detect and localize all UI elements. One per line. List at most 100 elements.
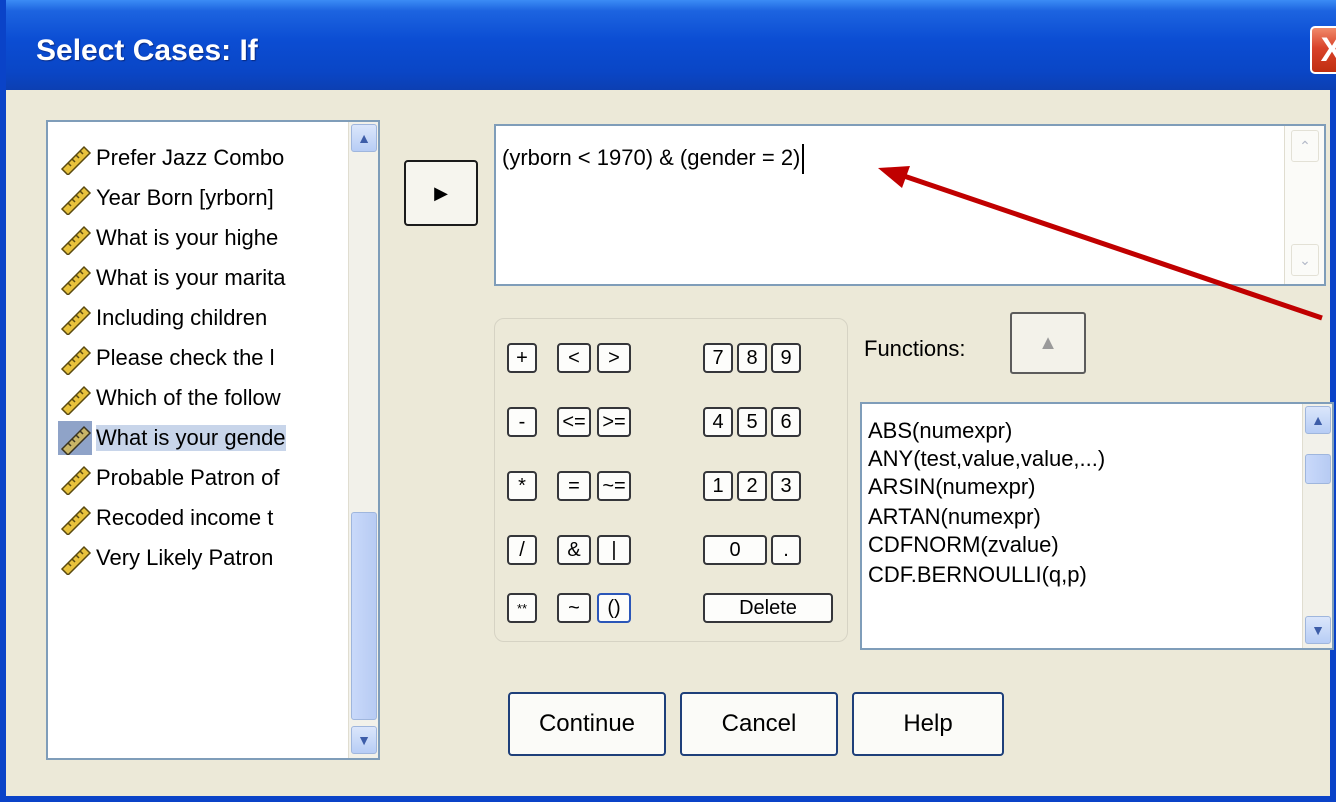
key-minus[interactable]: - [507, 407, 537, 437]
list-item[interactable]: Including children [58, 298, 358, 338]
function-item[interactable]: ARSIN(numexpr) [868, 474, 1035, 500]
key-less-equal[interactable]: <= [557, 407, 591, 437]
title-bar[interactable]: Select Cases: If X [6, 0, 1336, 90]
variable-list[interactable]: Prefer Jazz Combo Year Born [yrborn] Wha… [46, 120, 380, 760]
chevron-up-icon: ⌃ [1299, 137, 1311, 154]
insert-function-button[interactable]: ▲ [1010, 312, 1086, 374]
key-4[interactable]: 4 [703, 407, 733, 437]
scroll-up-button[interactable]: ⌃ [1291, 130, 1319, 162]
variable-label: What is your marita [96, 265, 286, 290]
key-0[interactable]: 0 [703, 535, 767, 565]
variable-label: Year Born [yrborn] [96, 185, 274, 210]
key-plus[interactable]: + [507, 343, 537, 373]
key-3[interactable]: 3 [771, 471, 801, 501]
function-item[interactable]: CDFNORM(zvalue) [868, 532, 1059, 558]
key-equals[interactable]: = [557, 471, 591, 501]
list-item[interactable]: Recoded income t [58, 498, 358, 538]
functions-scrollbar[interactable]: ▲ ▼ [1302, 404, 1332, 648]
ruler-icon [60, 345, 92, 375]
help-button[interactable]: Help [852, 692, 1004, 756]
function-item[interactable]: ABS(numexpr) [868, 418, 1012, 444]
calculator-keypad: + < > 7 8 9 - <= >= 4 5 6 * = ~= 1 2 3 /… [494, 318, 848, 642]
scroll-down-button[interactable]: ⌄ [1291, 244, 1319, 276]
expression-scrollbar[interactable]: ⌃ ⌄ [1284, 126, 1324, 284]
expression-input[interactable]: (yrborn < 1970) & (gender = 2) ⌃ ⌄ [494, 124, 1326, 286]
expression-text[interactable]: (yrborn < 1970) & (gender = 2) [502, 144, 805, 174]
ruler-icon [60, 465, 92, 495]
scroll-down-button[interactable]: ▼ [351, 726, 377, 754]
key-2[interactable]: 2 [737, 471, 767, 501]
variable-label: Prefer Jazz Combo [96, 145, 285, 170]
ruler-icon [60, 385, 92, 415]
function-item[interactable]: ARTAN(numexpr) [868, 504, 1041, 530]
key-not[interactable]: ~ [557, 593, 591, 623]
key-6[interactable]: 6 [771, 407, 801, 437]
move-variable-button[interactable]: ▶ [404, 160, 478, 226]
list-item[interactable]: Please check the l [58, 338, 358, 378]
list-item[interactable]: Year Born [yrborn] [58, 178, 358, 218]
chevron-down-icon: ▼ [357, 732, 371, 748]
list-item[interactable]: Probable Patron of [58, 458, 358, 498]
scroll-down-button[interactable]: ▼ [1305, 616, 1331, 644]
list-item[interactable]: Prefer Jazz Combo [58, 138, 358, 178]
list-item-selected[interactable]: What is your gende [58, 418, 358, 458]
scroll-up-button[interactable]: ▲ [351, 124, 377, 152]
variable-list-scrollbar[interactable]: ▲ ▼ [348, 122, 378, 758]
ruler-icon [58, 421, 92, 455]
ruler-icon [60, 145, 92, 175]
key-9[interactable]: 9 [771, 343, 801, 373]
key-power[interactable]: ** [507, 593, 537, 623]
ruler-icon [60, 305, 92, 335]
chevron-up-icon: ▲ [1311, 412, 1325, 428]
list-item[interactable]: Very Likely Patron [58, 538, 358, 578]
key-greater-than[interactable]: > [597, 343, 631, 373]
cancel-button[interactable]: Cancel [680, 692, 838, 756]
functions-label: Functions: [864, 336, 966, 361]
close-icon: X [1320, 30, 1336, 69]
variable-label: Probable Patron of [96, 465, 280, 490]
key-5[interactable]: 5 [737, 407, 767, 437]
key-decimal[interactable]: . [771, 535, 801, 565]
scroll-up-button[interactable]: ▲ [1305, 406, 1331, 434]
continue-button[interactable]: Continue [508, 692, 666, 756]
expression-value: (yrborn < 1970) & (gender = 2) [502, 144, 801, 170]
key-multiply[interactable]: * [507, 471, 537, 501]
key-or[interactable]: | [597, 535, 631, 565]
chevron-up-icon: ▲ [357, 130, 371, 146]
functions-list[interactable]: ABS(numexpr) ANY(test,value,value,...) A… [860, 402, 1334, 650]
key-parentheses[interactable]: () [597, 593, 631, 623]
scroll-thumb[interactable] [1305, 454, 1331, 484]
key-less-than[interactable]: < [557, 343, 591, 373]
ruler-icon [60, 185, 92, 215]
variable-label: What is your highe [96, 225, 279, 250]
chevron-down-icon: ▼ [1311, 622, 1325, 638]
scroll-thumb[interactable] [351, 512, 377, 720]
list-item[interactable]: What is your marita [58, 258, 358, 298]
ruler-icon [60, 265, 92, 295]
key-7[interactable]: 7 [703, 343, 733, 373]
key-not-equal[interactable]: ~= [597, 471, 631, 501]
variable-label: Including children [96, 305, 268, 330]
close-button[interactable]: X [1310, 26, 1336, 74]
chevron-down-icon: ⌄ [1299, 251, 1311, 268]
function-item[interactable]: CDF.BERNOULLI(q,p) [868, 562, 1087, 588]
text-caret [802, 144, 805, 174]
key-greater-equal[interactable]: >= [597, 407, 631, 437]
variable-label: Which of the follow [96, 385, 281, 410]
select-cases-if-dialog: Select Cases: If X Prefer Jazz Combo Yea… [0, 0, 1336, 802]
key-1[interactable]: 1 [703, 471, 733, 501]
list-item[interactable]: Which of the follow [58, 378, 358, 418]
list-item[interactable]: What is your highe [58, 218, 358, 258]
key-8[interactable]: 8 [737, 343, 767, 373]
triangle-up-icon: ▲ [1038, 331, 1058, 354]
ruler-icon [60, 225, 92, 255]
variable-label: What is your gende [96, 425, 286, 451]
variable-label: Very Likely Patron [96, 545, 274, 570]
variable-label: Recoded income t [96, 505, 274, 530]
function-item[interactable]: ANY(test,value,value,...) [868, 446, 1105, 472]
key-and[interactable]: & [557, 535, 591, 565]
arrow-right-icon: ▶ [434, 182, 448, 203]
key-divide[interactable]: / [507, 535, 537, 565]
key-delete[interactable]: Delete [703, 593, 833, 623]
variable-label: Please check the l [96, 345, 275, 370]
